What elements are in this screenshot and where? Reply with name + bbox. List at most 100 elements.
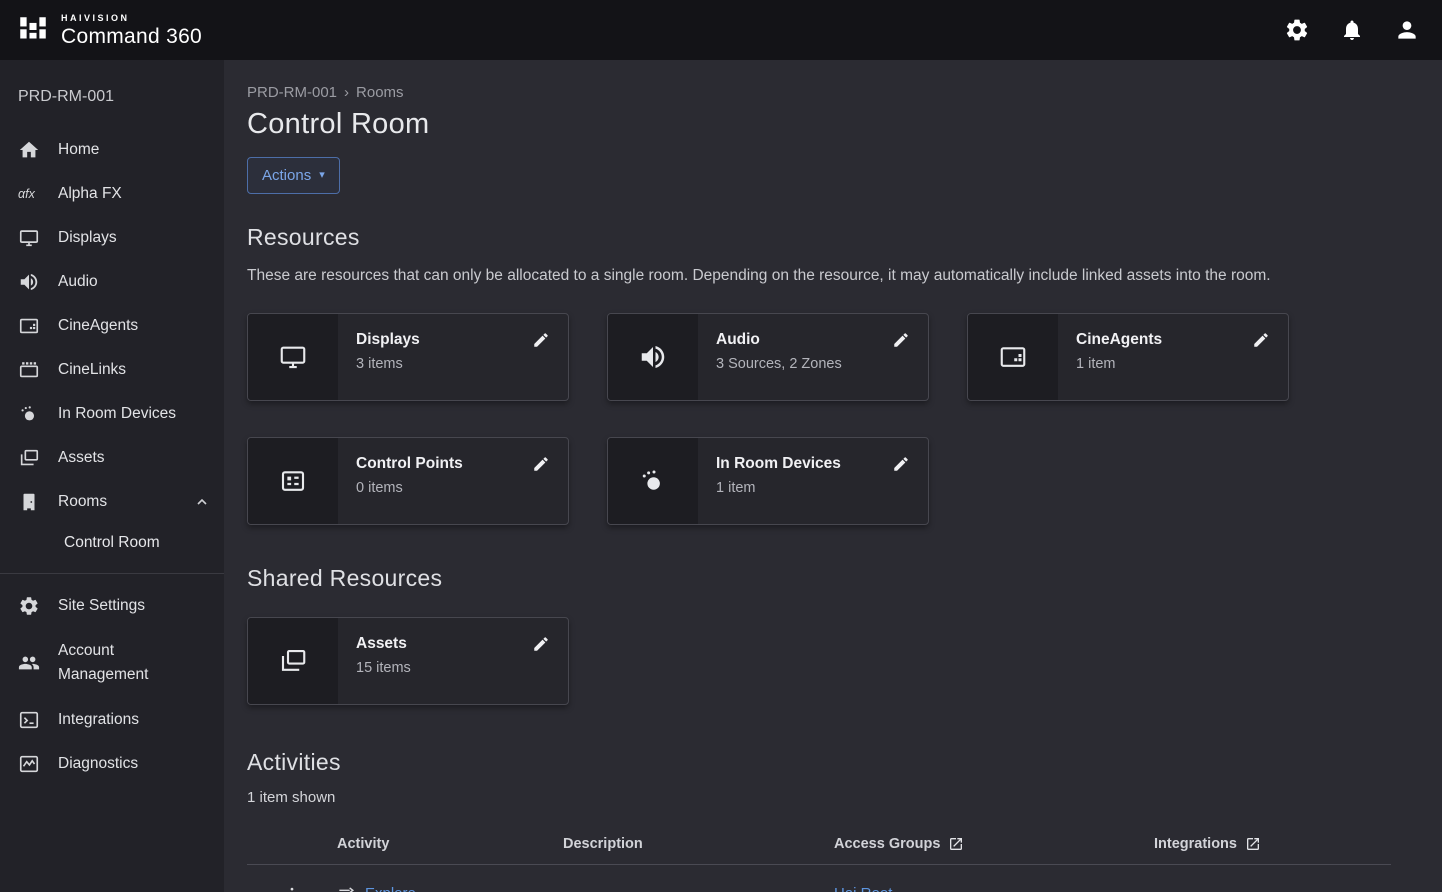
cell-integrations: - <box>1154 885 1391 892</box>
cineagents-icon <box>18 315 40 337</box>
diagnostics-icon <box>18 753 40 775</box>
card-subtitle: 3 items <box>356 356 552 372</box>
actions-button[interactable]: Actions ▾ <box>247 157 340 194</box>
shared-resources-heading: Shared Resources <box>247 565 1392 592</box>
sidebar-item-assets[interactable]: Assets <box>0 436 224 480</box>
activity-table-row: Explore - Hai Root - <box>247 865 1391 892</box>
in-room-devices-icon <box>608 438 698 524</box>
main-content: PRD-RM-001 › Rooms Control Room Actions … <box>224 60 1442 892</box>
explore-activity-icon <box>337 884 356 892</box>
user-profile-icon[interactable] <box>1394 17 1420 43</box>
column-description: Description <box>563 836 834 852</box>
cell-activity: Explore <box>337 884 563 892</box>
card-title: Displays <box>356 331 552 349</box>
resource-card-audio: Audio 3 Sources, 2 Zones <box>607 313 929 401</box>
cell-access-groups: Hai Root <box>834 885 1154 892</box>
sidebar-item-rooms[interactable]: Rooms <box>0 480 224 524</box>
breadcrumb-site[interactable]: PRD-RM-001 <box>247 84 337 101</box>
chevron-up-icon <box>194 494 210 510</box>
card-subtitle: 0 items <box>356 480 552 496</box>
kebab-menu-icon[interactable] <box>279 881 305 892</box>
haivision-logo-icon <box>16 13 50 47</box>
home-icon <box>18 139 40 161</box>
sidebar-item-integrations[interactable]: Integrations <box>0 698 224 742</box>
card-title: Audio <box>716 331 912 349</box>
cineagents-icon <box>968 314 1058 400</box>
audio-icon <box>608 314 698 400</box>
breadcrumb-separator: › <box>344 84 349 101</box>
column-integrations: Integrations <box>1154 836 1391 852</box>
audio-icon <box>18 271 40 293</box>
card-title: In Room Devices <box>716 455 912 473</box>
settings-gear-icon[interactable] <box>1284 17 1310 43</box>
card-title: Control Points <box>356 455 552 473</box>
sidebar-item-alpha-fx[interactable]: αfx Alpha FX <box>0 172 224 216</box>
column-activity: Activity <box>337 836 563 852</box>
column-access-groups: Access Groups <box>834 836 1154 852</box>
breadcrumb: PRD-RM-001 › Rooms <box>247 84 1392 101</box>
topbar-actions <box>1284 17 1420 43</box>
external-link-icon[interactable] <box>1245 836 1261 852</box>
sidebar-site-name: PRD-RM-001 <box>0 64 224 128</box>
external-link-icon[interactable] <box>948 836 964 852</box>
brand: HAIVISION Command 360 <box>16 13 202 47</box>
assets-icon <box>18 447 40 469</box>
sidebar: PRD-RM-001 Home αfx Alpha FX Displays Au… <box>0 60 224 892</box>
edit-pencil-icon[interactable] <box>1250 329 1272 351</box>
rooms-icon <box>18 491 40 513</box>
edit-pencil-icon[interactable] <box>530 633 552 655</box>
alpha-fx-icon: αfx <box>18 183 40 205</box>
explore-link[interactable]: Explore <box>365 885 416 892</box>
resource-card-assets: Assets 15 items <box>247 617 569 705</box>
activities-count: 1 item shown <box>247 789 1392 806</box>
activities-table-header: Activity Description Access Groups Integ… <box>247 823 1391 865</box>
display-icon <box>248 314 338 400</box>
resources-description: These are resources that can only be all… <box>247 264 1392 287</box>
sidebar-item-home[interactable]: Home <box>0 128 224 172</box>
in-room-devices-icon <box>18 403 40 425</box>
activities-table: Activity Description Access Groups Integ… <box>247 823 1391 892</box>
resource-card-control-points: Control Points 0 items <box>247 437 569 525</box>
edit-pencil-icon[interactable] <box>530 329 552 351</box>
resource-card-displays: Displays 3 items <box>247 313 569 401</box>
sidebar-item-diagnostics[interactable]: Diagnostics <box>0 742 224 786</box>
sidebar-divider <box>0 573 224 574</box>
users-icon <box>18 652 40 674</box>
card-subtitle: 15 items <box>356 660 552 676</box>
control-points-icon <box>248 438 338 524</box>
brand-haivision: HAIVISION <box>61 14 202 23</box>
caret-down-icon: ▾ <box>319 170 325 181</box>
sidebar-item-cineagents[interactable]: CineAgents <box>0 304 224 348</box>
cinelinks-icon <box>18 359 40 381</box>
notifications-bell-icon[interactable] <box>1340 18 1364 42</box>
sidebar-item-displays[interactable]: Displays <box>0 216 224 260</box>
hai-root-link[interactable]: Hai Root <box>834 885 892 892</box>
edit-pencil-icon[interactable] <box>890 453 912 475</box>
page-title: Control Room <box>247 108 1392 141</box>
resource-card-cineagents: CineAgents 1 item <box>967 313 1289 401</box>
sidebar-item-account-management[interactable]: Account Management <box>0 628 224 698</box>
card-subtitle: 1 item <box>716 480 912 496</box>
brand-command360: Command 360 <box>61 25 202 48</box>
display-icon <box>18 227 40 249</box>
edit-pencil-icon[interactable] <box>890 329 912 351</box>
edit-pencil-icon[interactable] <box>530 453 552 475</box>
card-title: CineAgents <box>1076 331 1272 349</box>
sidebar-item-audio[interactable]: Audio <box>0 260 224 304</box>
card-subtitle: 1 item <box>1076 356 1272 372</box>
cell-description: - <box>563 885 834 892</box>
activities-heading: Activities <box>247 749 1392 776</box>
resources-card-grid: Displays 3 items Audio 3 Sources, 2 Zone… <box>247 313 1392 525</box>
terminal-icon <box>18 709 40 731</box>
resources-heading: Resources <box>247 224 1392 251</box>
topbar: HAIVISION Command 360 <box>0 0 1442 60</box>
sidebar-subitem-control-room[interactable]: Control Room <box>0 524 224 565</box>
sidebar-item-site-settings[interactable]: Site Settings <box>0 584 224 628</box>
assets-icon <box>248 618 338 704</box>
gear-icon <box>18 595 40 617</box>
card-subtitle: 3 Sources, 2 Zones <box>716 356 912 372</box>
breadcrumb-rooms[interactable]: Rooms <box>356 84 404 101</box>
sidebar-item-in-room-devices[interactable]: In Room Devices <box>0 392 224 436</box>
sidebar-item-cinelinks[interactable]: CineLinks <box>0 348 224 392</box>
resource-card-in-room-devices: In Room Devices 1 item <box>607 437 929 525</box>
